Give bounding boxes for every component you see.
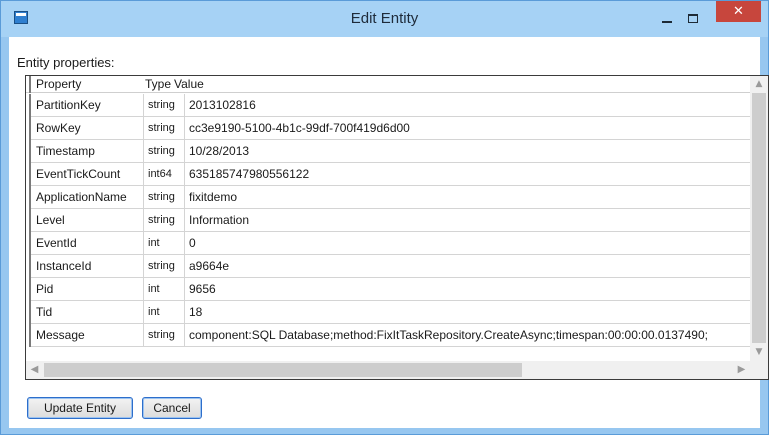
row-edge	[29, 232, 31, 255]
row-edge	[29, 301, 31, 324]
property-cell: RowKey	[36, 117, 144, 139]
type-cell: string	[146, 209, 185, 231]
type-cell: string	[146, 324, 185, 346]
table-row[interactable]: Timestamp string 10/28/2013	[29, 140, 750, 163]
table-row[interactable]: ApplicationName string fixitdemo	[29, 186, 750, 209]
value-cell[interactable]: component:SQL Database;method:FixItTaskR…	[189, 324, 749, 346]
table-row[interactable]: Pid int 9656	[29, 278, 750, 301]
vertical-scroll-thumb[interactable]	[752, 93, 766, 343]
chevron-down-icon[interactable]: ▼	[750, 344, 768, 361]
table-row[interactable]: EventId int 0	[29, 232, 750, 255]
column-header-type[interactable]: Type	[145, 76, 171, 92]
property-cell: Pid	[36, 278, 144, 300]
row-edge	[29, 278, 31, 301]
row-edge	[29, 186, 31, 209]
table-row[interactable]: EventTickCount int64 635185747980556122	[29, 163, 750, 186]
property-cell: PartitionKey	[36, 94, 144, 116]
value-cell[interactable]: a9664e	[189, 255, 749, 277]
row-edge	[29, 209, 31, 232]
type-cell: int	[146, 278, 185, 300]
horizontal-scroll-thumb[interactable]	[44, 363, 522, 377]
entity-properties-label: Entity properties:	[17, 55, 115, 70]
column-header-value[interactable]: Value	[174, 76, 204, 92]
row-edge	[29, 117, 31, 140]
type-cell: int	[146, 301, 185, 323]
type-cell: int	[146, 232, 185, 254]
property-cell: Timestamp	[36, 140, 144, 162]
type-cell: string	[146, 186, 185, 208]
value-cell[interactable]: Information	[189, 209, 749, 231]
property-cell: EventTickCount	[36, 163, 144, 185]
chevron-right-icon[interactable]: ▶	[733, 361, 750, 379]
maximize-button[interactable]	[680, 7, 706, 29]
value-cell[interactable]: 10/28/2013	[189, 140, 749, 162]
value-cell[interactable]: 18	[189, 301, 749, 323]
horizontal-scrollbar[interactable]: ◀ ▶	[26, 361, 750, 379]
close-icon: ✕	[733, 4, 744, 19]
table-row[interactable]: PartitionKey string 2013102816	[29, 94, 750, 117]
chevron-left-icon[interactable]: ◀	[26, 361, 43, 379]
table-row[interactable]: RowKey string cc3e9190-5100-4b1c-99df-700f…	[29, 117, 750, 140]
type-cell: int64	[146, 163, 185, 185]
grid-header: Property Type Value	[26, 76, 750, 93]
chevron-up-icon[interactable]: ▲	[750, 76, 768, 93]
row-edge	[29, 140, 31, 163]
type-cell: string	[146, 117, 185, 139]
row-edge	[29, 163, 31, 186]
row-edge	[29, 324, 31, 347]
minimize-button[interactable]	[654, 7, 680, 29]
close-button[interactable]: ✕	[716, 1, 761, 22]
cancel-button[interactable]: Cancel	[142, 397, 202, 419]
column-header-property[interactable]: Property	[36, 76, 81, 92]
value-cell[interactable]: fixitdemo	[189, 186, 749, 208]
value-cell[interactable]: 9656	[189, 278, 749, 300]
window-title: Edit Entity	[350, 10, 419, 27]
type-cell: string	[146, 94, 185, 116]
property-cell: Message	[36, 324, 144, 346]
vertical-scrollbar[interactable]: ▲ ▼	[750, 76, 768, 361]
maximize-icon	[688, 13, 698, 23]
type-cell: string	[146, 140, 185, 162]
grid-header-edge	[29, 76, 31, 93]
property-cell: Level	[36, 209, 144, 231]
property-cell: EventId	[36, 232, 144, 254]
value-cell[interactable]: 0	[189, 232, 749, 254]
value-cell[interactable]: 2013102816	[189, 94, 749, 116]
update-entity-button[interactable]: Update Entity	[27, 397, 133, 419]
edit-entity-window: Edit Entity ✕ Entity properties: Propert…	[0, 0, 769, 435]
property-cell: InstanceId	[36, 255, 144, 277]
dialog-body: Entity properties: Property Type Value P…	[9, 37, 769, 428]
property-cell: ApplicationName	[36, 186, 144, 208]
scrollbar-corner	[750, 361, 768, 379]
value-cell[interactable]: 635185747980556122	[189, 163, 749, 185]
row-edge	[29, 255, 31, 278]
value-cell[interactable]: cc3e9190-5100-4b1c-99df-700f419d6d00	[189, 117, 749, 139]
table-row[interactable]: Tid int 18	[29, 301, 750, 324]
minimize-icon	[662, 21, 672, 23]
table-row[interactable]: InstanceId string a9664e	[29, 255, 750, 278]
entity-properties-grid: Property Type Value PartitionKey string 20…	[25, 75, 769, 380]
table-row[interactable]: Level string Information	[29, 209, 750, 232]
property-cell: Tid	[36, 301, 144, 323]
table-row[interactable]: Message string component:SQL Database;meth…	[29, 324, 750, 347]
title-bar[interactable]: Edit Entity ✕	[1, 1, 768, 37]
type-cell: string	[146, 255, 185, 277]
row-edge	[29, 94, 31, 117]
